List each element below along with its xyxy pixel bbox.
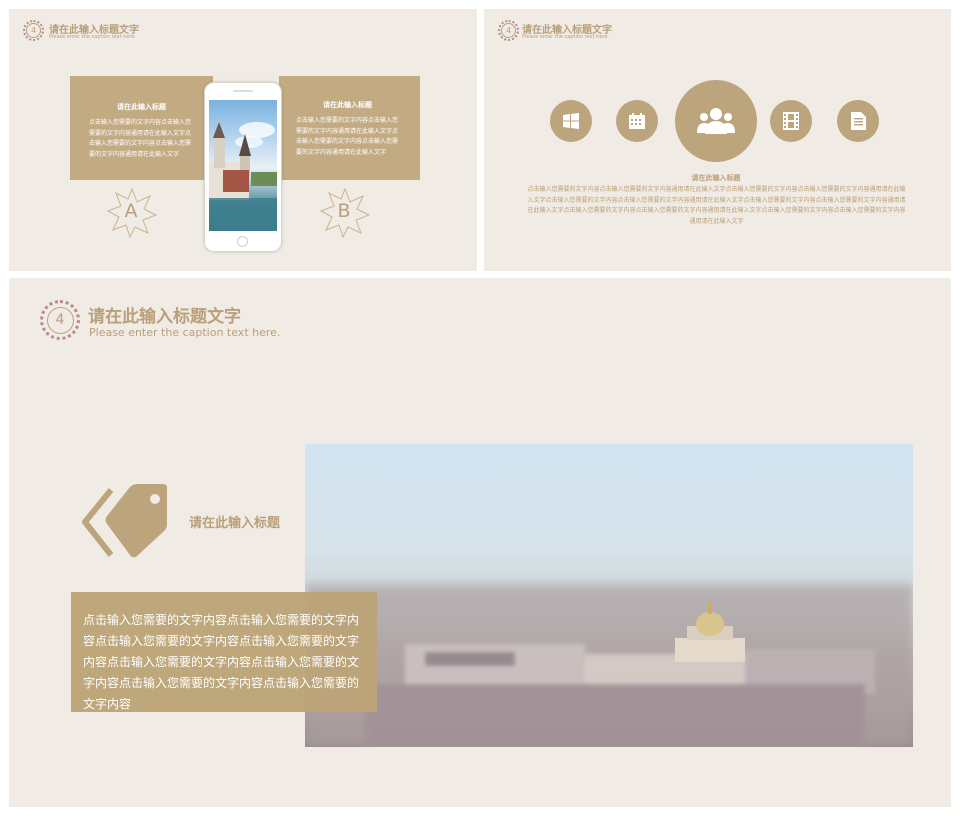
left-text-box: 请在此输入标题 点击输入您需要的文字内容点击输入您需要的文字内容通用请在此输入文… — [70, 76, 213, 180]
number-badge: 4 — [23, 20, 44, 41]
left-box-title: 请在此输入标题 — [117, 103, 166, 111]
users-icon-circle[interactable] — [675, 80, 757, 162]
calendar-icon-circle[interactable] — [616, 100, 658, 142]
number-badge: 4 — [498, 20, 519, 41]
tag-icon — [82, 484, 167, 558]
city-photo — [305, 444, 913, 747]
users-icon — [697, 108, 735, 134]
right-box-body: 点击输入您需要的文字内容点击输入您需要的文字内容通用请在此输入文字点击输入您需要… — [296, 117, 399, 156]
document-icon-circle[interactable] — [837, 100, 879, 142]
film-icon — [783, 112, 799, 130]
center-body: 点击输入您需要的文字内容点击输入您需要的文字内容通用请在此输入文字点击输入您需要… — [527, 186, 906, 225]
star-b-label: B — [337, 200, 351, 222]
header-caption: Please enter the caption text here. — [49, 34, 137, 40]
right-box-title: 请在此输入标题 — [323, 101, 372, 109]
calendar-icon — [629, 113, 645, 129]
right-text-box: 请在此输入标题 点击输入您需要的文字内容点击输入您需要的文字内容通用请在此输入文… — [279, 76, 420, 180]
castle-illustration — [209, 122, 277, 231]
left-box-body: 点击输入您需要的文字内容点击输入您需要的文字内容通用请在此输入文字点击输入您需要… — [89, 119, 192, 158]
windows-icon — [563, 113, 579, 129]
phone-screen-photo — [209, 100, 277, 231]
slide-3: 4 请在此输入标题文字 Please enter the caption tex… — [9, 278, 951, 807]
header-title: 请在此输入标题文字 — [88, 307, 241, 327]
slide-2: 4 请在此输入标题文字 Please enter the caption tex… — [484, 9, 951, 271]
center-title: 请在此输入标题 — [691, 174, 741, 182]
slide-1: 4 请在此输入标题文字 Please enter the caption tex… — [9, 9, 477, 271]
document-icon — [850, 112, 866, 130]
body-text-box: 点击输入您需要的文字内容点击输入您需要的文字内容点击输入您需要的文字内容点击输入… — [71, 592, 377, 712]
header-caption: Please enter the caption text here. — [522, 34, 610, 40]
city-skyline-illustration — [305, 444, 913, 747]
tag-title: 请在此输入标题 — [189, 516, 281, 531]
film-icon-circle[interactable] — [770, 100, 812, 142]
phone-mockup — [204, 82, 282, 252]
number-badge: 4 — [40, 300, 80, 340]
windows-icon-circle[interactable] — [550, 100, 592, 142]
header-caption: Please enter the caption text here. — [89, 326, 281, 339]
phone-speaker — [233, 90, 253, 92]
star-a-label: A — [124, 200, 138, 222]
body-text: 点击输入您需要的文字内容点击输入您需要的文字内容点击输入您需要的文字内容点击输入… — [83, 613, 360, 711]
phone-home-button[interactable] — [237, 236, 248, 247]
